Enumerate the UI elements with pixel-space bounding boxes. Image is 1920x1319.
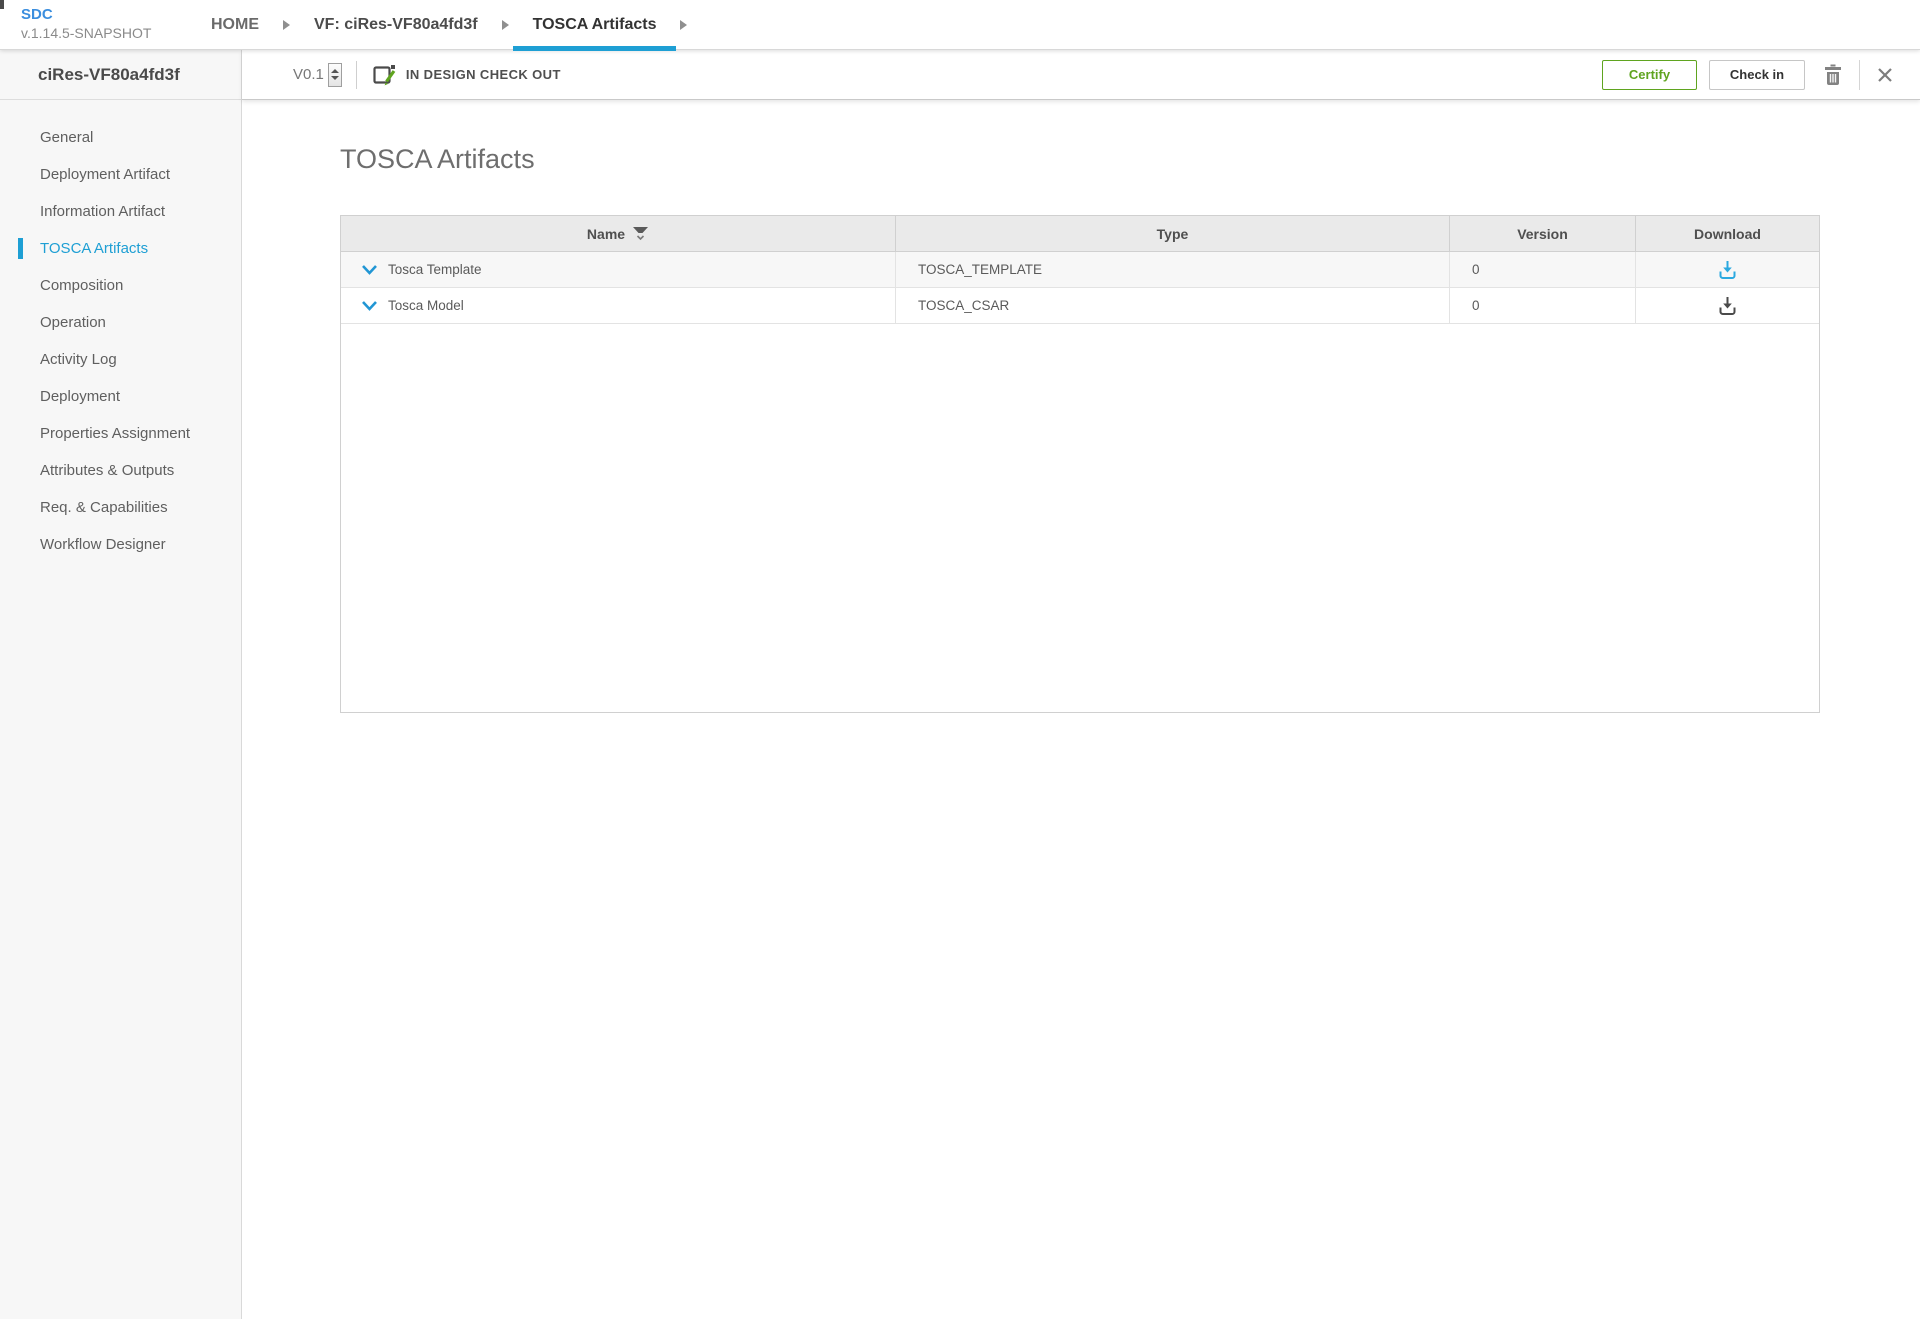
certify-button[interactable]: Certify bbox=[1602, 60, 1697, 90]
app-version: v.1.14.5-SNAPSHOT bbox=[21, 25, 151, 43]
column-header-type[interactable]: Type bbox=[896, 216, 1450, 251]
expand-chevron-icon[interactable] bbox=[361, 264, 378, 276]
column-header-version[interactable]: Version bbox=[1450, 216, 1636, 251]
version-value: V0.1 bbox=[293, 66, 324, 83]
divider bbox=[1859, 60, 1860, 90]
column-header-name-label: Name bbox=[587, 226, 625, 242]
sidebar-item-operation[interactable]: Operation bbox=[0, 304, 241, 341]
cell-download bbox=[1636, 252, 1819, 287]
breadcrumb-arrow-icon bbox=[680, 20, 687, 30]
table-header-row: Name Type Version Download bbox=[341, 216, 1819, 252]
sidebar-item-composition[interactable]: Composition bbox=[0, 267, 241, 304]
check-in-button[interactable]: Check in bbox=[1709, 60, 1805, 90]
main-content: TOSCA Artifacts Name Type Version Downlo… bbox=[242, 100, 1920, 1319]
spinner-down-icon bbox=[331, 76, 339, 80]
artifact-type: TOSCA_TEMPLATE bbox=[918, 262, 1042, 277]
cell-version: 0 bbox=[1450, 288, 1636, 323]
page-title: TOSCA Artifacts bbox=[340, 144, 1920, 175]
cell-name: Tosca Model bbox=[341, 288, 896, 323]
workspace-actions: Certify Check in bbox=[1602, 60, 1894, 90]
app-logo[interactable]: SDC v.1.14.5-SNAPSHOT bbox=[21, 6, 151, 42]
sidebar: ciRes-VF80a4fd3f General Deployment Arti… bbox=[0, 50, 242, 1319]
app-name: SDC bbox=[21, 6, 151, 25]
sidebar-item-properties-assignment[interactable]: Properties Assignment bbox=[0, 415, 241, 452]
breadcrumb-arrow-icon bbox=[502, 20, 509, 30]
artifact-version: 0 bbox=[1472, 298, 1480, 313]
column-header-version-label: Version bbox=[1517, 226, 1568, 242]
close-icon bbox=[1876, 66, 1894, 84]
breadcrumb: HOME VF: ciRes-VF80a4fd3f TOSCA Artifact… bbox=[191, 0, 691, 50]
sidebar-item-workflow-designer[interactable]: Workflow Designer bbox=[0, 526, 241, 563]
top-bar: SDC v.1.14.5-SNAPSHOT HOME VF: ciRes-VF8… bbox=[0, 0, 1920, 50]
sidebar-item-req-capabilities[interactable]: Req. & Capabilities bbox=[0, 489, 241, 526]
sidebar-item-deployment-artifact[interactable]: Deployment Artifact bbox=[0, 156, 241, 193]
cell-version: 0 bbox=[1450, 252, 1636, 287]
version-spinner[interactable] bbox=[328, 63, 342, 87]
download-icon[interactable] bbox=[1718, 296, 1737, 316]
breadcrumb-arrow-icon bbox=[283, 20, 290, 30]
cell-type: TOSCA_CSAR bbox=[896, 288, 1450, 323]
download-icon[interactable] bbox=[1718, 260, 1737, 280]
trash-icon bbox=[1823, 64, 1843, 86]
sidebar-item-deployment[interactable]: Deployment bbox=[0, 378, 241, 415]
sidebar-item-activity-log[interactable]: Activity Log bbox=[0, 341, 241, 378]
tosca-artifacts-table: Name Type Version Download bbox=[340, 215, 1820, 713]
checkout-pencil-icon bbox=[371, 62, 397, 88]
corner-mark bbox=[0, 0, 4, 9]
sort-icon bbox=[632, 226, 649, 241]
lifecycle-state-label: IN DESIGN CHECK OUT bbox=[406, 67, 561, 82]
artifact-name: Tosca Template bbox=[388, 262, 482, 277]
column-header-download-label: Download bbox=[1694, 226, 1761, 242]
cell-download bbox=[1636, 288, 1819, 323]
column-header-name[interactable]: Name bbox=[341, 216, 896, 251]
spinner-up-icon bbox=[331, 69, 339, 73]
artifact-version: 0 bbox=[1472, 262, 1480, 277]
breadcrumb-tab-tosca-artifacts[interactable]: TOSCA Artifacts bbox=[513, 0, 677, 50]
artifact-type: TOSCA_CSAR bbox=[918, 298, 1009, 313]
breadcrumb-tab-home[interactable]: HOME bbox=[191, 0, 279, 50]
table-row-tosca-template[interactable]: Tosca Template TOSCA_TEMPLATE 0 bbox=[341, 252, 1819, 288]
sidebar-menu: General Deployment Artifact Information … bbox=[0, 100, 241, 563]
breadcrumb-tab-vf[interactable]: VF: ciRes-VF80a4fd3f bbox=[294, 0, 498, 50]
workspace-header: V0.1 IN DESIGN CHECK OUT Certify Check i… bbox=[242, 50, 1920, 100]
expand-chevron-icon[interactable] bbox=[361, 300, 378, 312]
column-header-type-label: Type bbox=[1157, 226, 1189, 242]
sidebar-item-general[interactable]: General bbox=[0, 119, 241, 156]
divider bbox=[356, 61, 357, 89]
cell-type: TOSCA_TEMPLATE bbox=[896, 252, 1450, 287]
version-selector[interactable]: V0.1 bbox=[293, 63, 342, 87]
table-row-tosca-model[interactable]: Tosca Model TOSCA_CSAR 0 bbox=[341, 288, 1819, 324]
cell-name: Tosca Template bbox=[341, 252, 896, 287]
resource-name-title: ciRes-VF80a4fd3f bbox=[0, 50, 241, 100]
column-header-download: Download bbox=[1636, 216, 1819, 251]
sidebar-item-tosca-artifacts[interactable]: TOSCA Artifacts bbox=[0, 230, 241, 267]
close-button[interactable] bbox=[1876, 66, 1894, 84]
sidebar-item-attributes-outputs[interactable]: Attributes & Outputs bbox=[0, 452, 241, 489]
delete-button[interactable] bbox=[1823, 64, 1843, 86]
lifecycle-state: IN DESIGN CHECK OUT bbox=[371, 62, 561, 88]
sidebar-item-information-artifact[interactable]: Information Artifact bbox=[0, 193, 241, 230]
artifact-name: Tosca Model bbox=[388, 298, 464, 313]
